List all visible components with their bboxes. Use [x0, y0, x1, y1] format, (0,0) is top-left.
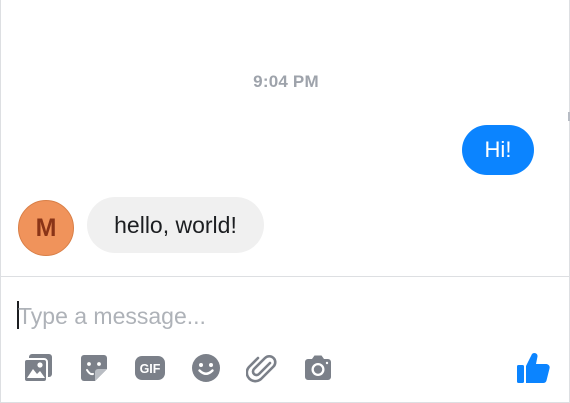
- gif-button[interactable]: GIF: [134, 352, 166, 384]
- attachment-icon: [246, 352, 278, 384]
- attachment-button[interactable]: [246, 352, 278, 384]
- composer-divider: [1, 276, 569, 277]
- photo-button[interactable]: [22, 352, 54, 384]
- gif-label: GIF: [140, 362, 161, 376]
- outgoing-message-bubble[interactable]: Hi!: [462, 125, 534, 175]
- camera-icon: [302, 352, 334, 384]
- message-timestamp: 9:04 PM: [253, 72, 319, 91]
- photo-icon: [22, 352, 54, 384]
- like-send-button[interactable]: [516, 349, 552, 385]
- camera-button[interactable]: [302, 352, 334, 384]
- incoming-message-bubble[interactable]: hello, world!: [87, 197, 264, 253]
- chat-window: 9:04 PM Hi! M hello, world! Type a messa…: [0, 0, 570, 403]
- emoji-icon: [190, 352, 222, 384]
- thumbs-up-icon: [516, 349, 552, 385]
- message-composer[interactable]: [17, 300, 547, 332]
- gif-icon: GIF: [134, 352, 166, 384]
- emoji-button[interactable]: [190, 352, 222, 384]
- avatar[interactable]: M: [18, 200, 74, 256]
- sticker-icon: [78, 352, 110, 384]
- sticker-button[interactable]: [78, 352, 110, 384]
- message-input[interactable]: [18, 300, 538, 332]
